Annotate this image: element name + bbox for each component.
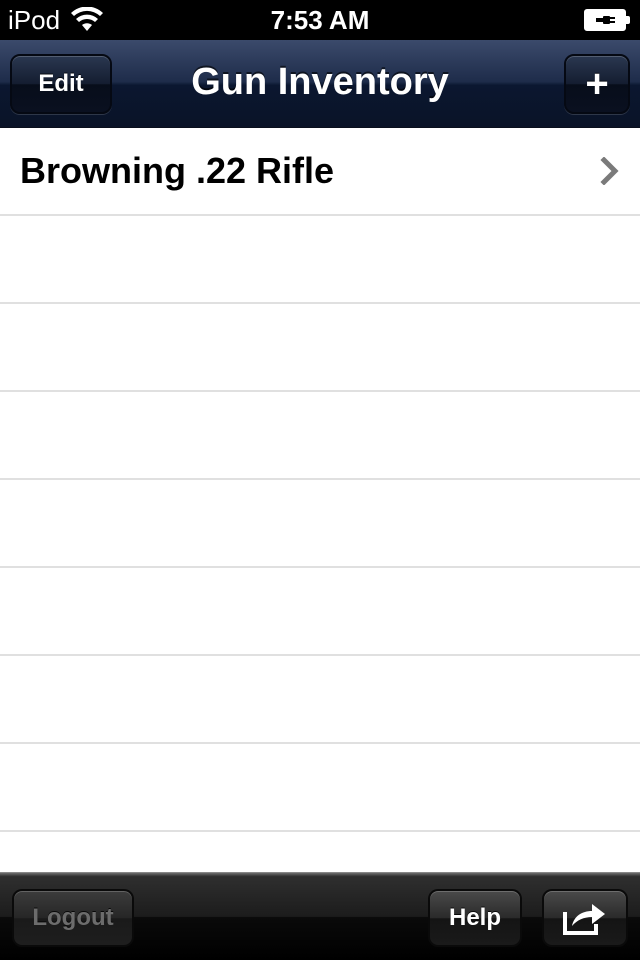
carrier-label: iPod — [8, 4, 61, 35]
wifi-icon — [71, 7, 104, 31]
empty-row — [0, 480, 640, 568]
list-item[interactable]: Browning .22 Rifle — [0, 128, 640, 216]
charging-plug-icon — [596, 16, 615, 24]
navigation-bar: Edit Gun Inventory + — [0, 40, 640, 128]
empty-row — [0, 392, 640, 480]
empty-row — [0, 304, 640, 392]
chevron-right-icon — [600, 157, 619, 185]
inventory-list: Browning .22 Rifle — [0, 128, 640, 872]
empty-row — [0, 568, 640, 656]
status-bar: iPod 7:53 AM — [0, 0, 640, 40]
status-left: iPod — [8, 5, 104, 36]
logout-button[interactable]: Logout — [12, 889, 134, 947]
help-button[interactable]: Help — [428, 889, 522, 947]
share-icon — [563, 904, 605, 935]
share-button[interactable] — [542, 889, 628, 947]
page-title: Gun Inventory — [191, 61, 449, 103]
empty-row — [0, 744, 640, 832]
battery-icon — [584, 9, 630, 31]
empty-row — [0, 832, 640, 872]
empty-row — [0, 216, 640, 304]
add-button[interactable]: + — [564, 54, 630, 114]
list-item-label: Browning .22 Rifle — [20, 150, 335, 191]
empty-row — [0, 656, 640, 744]
bottom-toolbar: Logout Help — [0, 872, 640, 960]
